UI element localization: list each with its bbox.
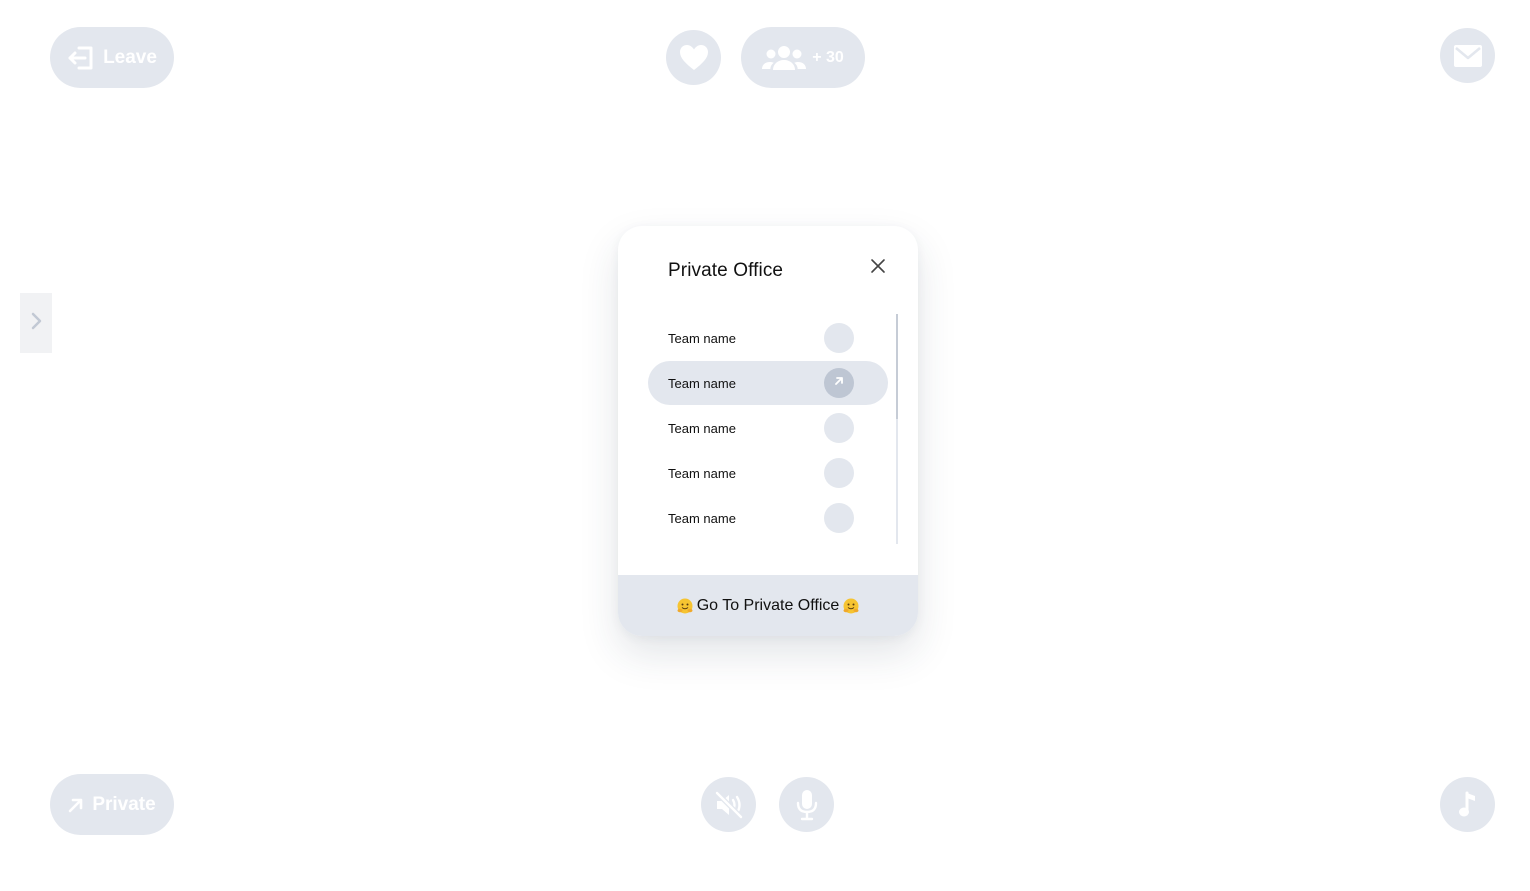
people-icon	[762, 45, 807, 71]
go-button-label: Go To Private Office	[696, 596, 840, 614]
leave-button[interactable]: Leave	[50, 27, 174, 88]
team-list-item[interactable]: Team name	[648, 316, 888, 360]
sidebar-toggle[interactable]	[20, 293, 52, 353]
team-name: Team name	[668, 510, 736, 526]
music-note-icon	[1458, 791, 1478, 819]
go-to-private-office-button[interactable]: Go To Private Office	[618, 575, 918, 636]
private-office-dialog: Private Office Team name Team name Team	[618, 226, 918, 636]
team-name: Team name	[668, 465, 736, 481]
sound-toggle-button[interactable]	[701, 777, 756, 832]
team-name: Team name	[668, 420, 736, 436]
team-select-indicator[interactable]	[824, 368, 854, 398]
team-list: Team name Team name Team name Team name …	[648, 316, 888, 541]
like-button[interactable]	[666, 30, 721, 85]
participant-count: + 30	[812, 48, 844, 66]
team-select-indicator[interactable]	[824, 323, 854, 353]
close-icon	[868, 259, 888, 280]
leave-icon	[67, 45, 95, 71]
team-name: Team name	[668, 375, 736, 391]
team-name: Team name	[668, 330, 736, 346]
microphone-icon	[795, 789, 819, 821]
microphone-button[interactable]	[779, 777, 834, 832]
hugging-face-icon	[843, 598, 859, 614]
team-select-indicator[interactable]	[824, 458, 854, 488]
arrow-up-right-icon	[833, 374, 845, 392]
participants-button[interactable]: + 30	[741, 27, 865, 88]
close-button[interactable]	[868, 256, 888, 276]
heart-icon	[679, 44, 709, 71]
team-select-indicator[interactable]	[824, 503, 854, 533]
private-button[interactable]: Private	[50, 774, 174, 835]
scrollbar[interactable]	[896, 314, 898, 544]
team-list-item[interactable]: Team name	[648, 406, 888, 450]
team-select-indicator[interactable]	[824, 413, 854, 443]
team-list-item[interactable]: Team name	[648, 451, 888, 495]
dialog-title: Private Office	[668, 260, 784, 281]
leave-label: Leave	[103, 46, 157, 68]
mail-button[interactable]	[1440, 28, 1495, 83]
mail-icon	[1453, 44, 1482, 67]
hugging-face-icon	[677, 598, 693, 614]
speaker-muted-icon	[714, 790, 744, 819]
scrollbar-thumb[interactable]	[896, 314, 898, 419]
arrow-up-right-icon	[68, 797, 84, 813]
team-list-item[interactable]: Team name	[648, 496, 888, 540]
team-list-item-selected[interactable]: Team name	[648, 361, 888, 405]
private-label: Private	[92, 793, 156, 815]
music-button[interactable]	[1440, 777, 1495, 832]
chevron-right-icon	[30, 311, 42, 336]
